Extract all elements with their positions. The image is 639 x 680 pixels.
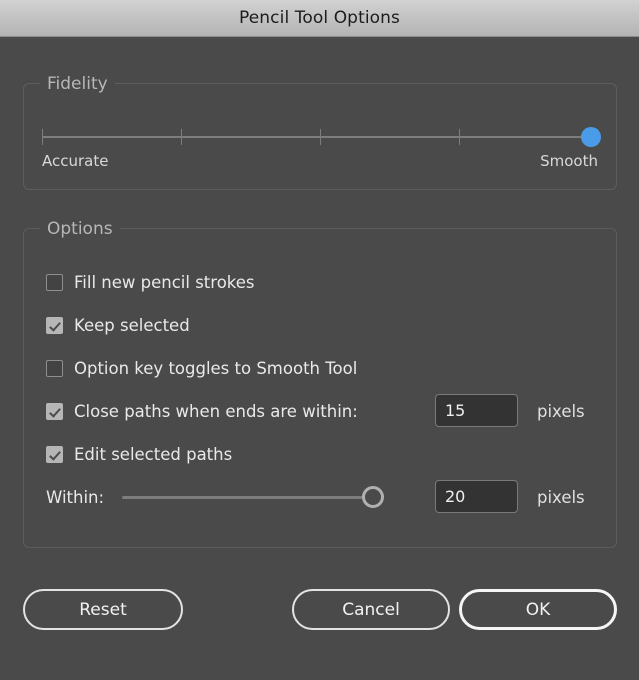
option-label-keep-selected: Keep selected <box>74 315 190 335</box>
option-option-key-toggles-smooth-tool[interactable]: Option key toggles to Smooth Tool <box>46 357 357 379</box>
ok-button[interactable]: OK <box>459 589 617 630</box>
checkbox-close-paths-when-ends-are-within[interactable] <box>46 402 63 420</box>
checkbox-fill-new-pencil-strokes[interactable] <box>46 273 63 291</box>
option-label-edit-selected-paths: Edit selected paths <box>74 444 233 464</box>
within-label: Within: <box>46 487 105 507</box>
option-keep-selected[interactable]: Keep selected <box>46 314 190 336</box>
fidelity-group-label: Fidelity <box>40 74 115 94</box>
within-slider-track[interactable] <box>122 496 384 499</box>
checkbox-option-key-toggles-smooth-tool[interactable] <box>46 359 63 377</box>
option-edit-selected-paths[interactable]: Edit selected paths <box>46 443 232 465</box>
fidelity-max-label: Smooth <box>540 152 598 170</box>
checkbox-edit-selected-paths[interactable] <box>46 445 63 463</box>
fidelity-slider-handle[interactable] <box>581 127 601 147</box>
options-group-label: Options <box>40 219 120 239</box>
fidelity-min-label: Accurate <box>42 152 109 170</box>
option-fill-new-pencil-strokes[interactable]: Fill new pencil strokes <box>46 271 255 293</box>
option-label-close-paths-when-ends-are-within: Close paths when ends are within: <box>74 401 358 421</box>
close-paths-distance-input[interactable] <box>435 394 518 427</box>
options-group: Options Fill new pencil strokes Keep sel… <box>23 219 617 548</box>
fidelity-slider[interactable] <box>42 124 601 150</box>
close-paths-units-label: pixels <box>537 402 585 421</box>
within-row: Within: <box>46 486 104 508</box>
dialog-body: Fidelity Accurate Smooth Options Fill ne… <box>0 37 639 680</box>
within-units-label: pixels <box>537 488 585 507</box>
reset-button[interactable]: Reset <box>23 589 183 630</box>
fidelity-tick-1 <box>181 129 182 145</box>
option-label-option-key-toggles-smooth-tool: Option key toggles to Smooth Tool <box>74 358 358 378</box>
fidelity-slider-labels: Accurate Smooth <box>42 152 598 170</box>
fidelity-tick-0 <box>42 129 43 145</box>
fidelity-tick-2 <box>320 129 321 145</box>
within-slider[interactable] <box>122 486 392 508</box>
option-close-paths-when-ends-are-within[interactable]: Close paths when ends are within: <box>46 400 358 422</box>
fidelity-tick-3 <box>459 129 460 145</box>
cancel-button[interactable]: Cancel <box>292 589 450 630</box>
option-label-fill-new-pencil-strokes: Fill new pencil strokes <box>74 272 255 292</box>
page-title: Pencil Tool Options <box>239 8 400 28</box>
checkbox-keep-selected[interactable] <box>46 316 63 334</box>
within-slider-handle[interactable] <box>362 486 384 508</box>
dialog-title-bar: Pencil Tool Options <box>0 0 639 37</box>
fidelity-group: Fidelity Accurate Smooth <box>23 74 617 190</box>
within-distance-input[interactable] <box>435 480 518 513</box>
